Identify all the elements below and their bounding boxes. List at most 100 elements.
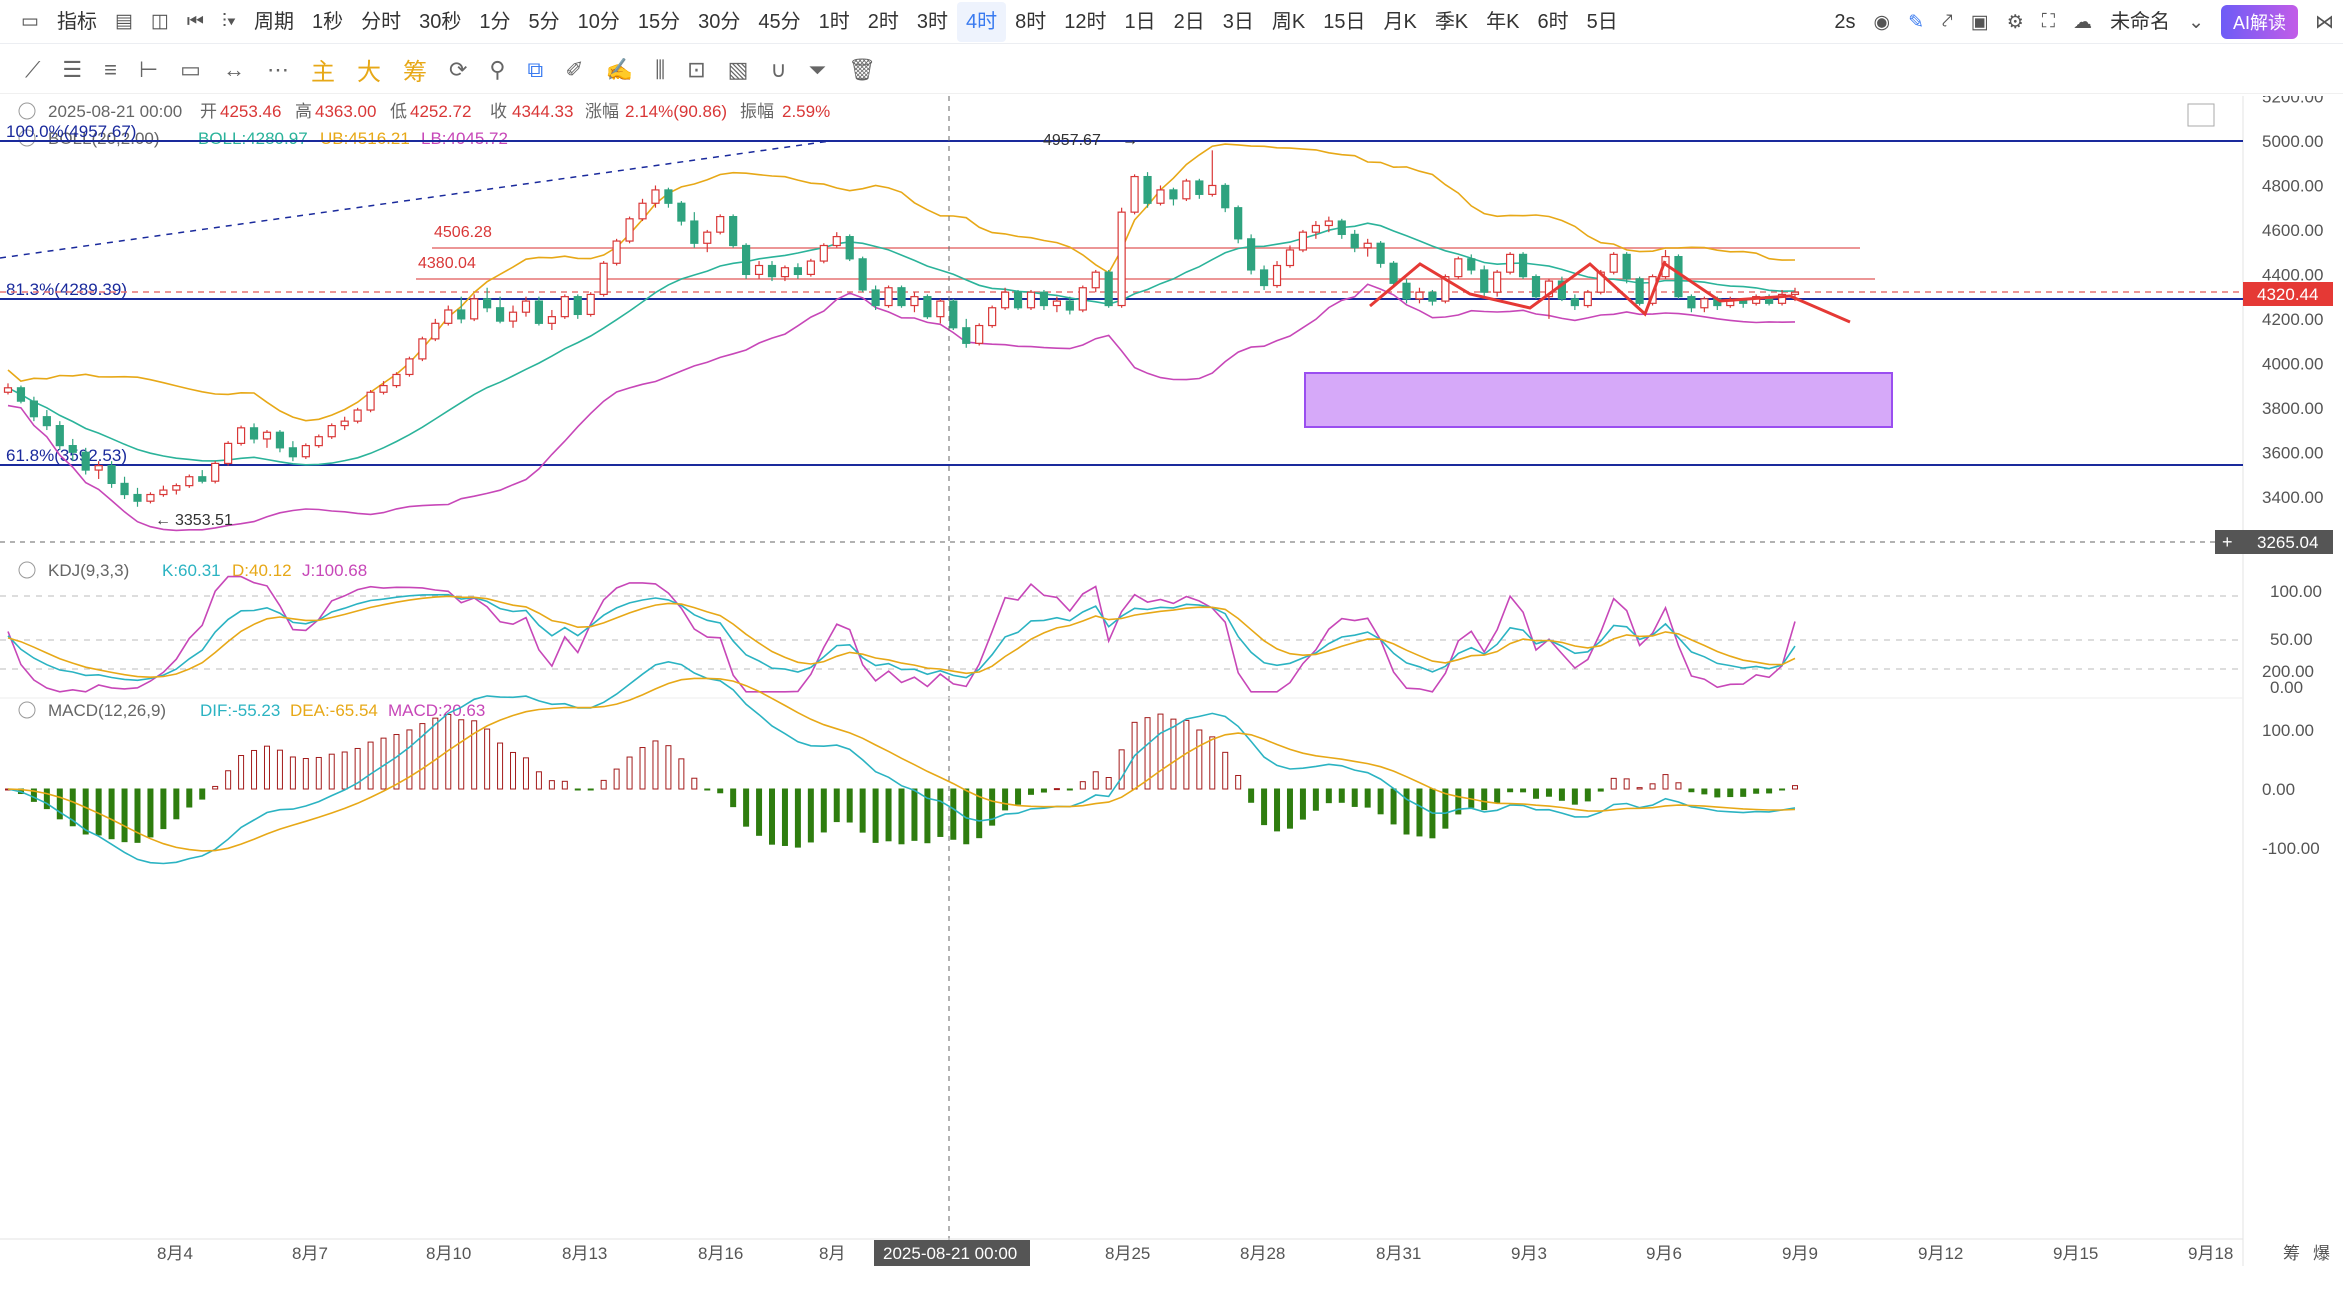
candle[interactable] xyxy=(1091,269,1100,293)
candle[interactable] xyxy=(379,381,388,395)
candle[interactable] xyxy=(547,309,556,330)
period-dropdown[interactable]: 周期 xyxy=(245,2,303,42)
candlesticks[interactable] xyxy=(3,150,1800,507)
candle[interactable] xyxy=(690,212,699,248)
candle[interactable] xyxy=(340,416,349,431)
candle[interactable] xyxy=(625,216,634,244)
candle[interactable] xyxy=(1506,252,1515,275)
period-3[interactable]: 分时 xyxy=(352,2,410,42)
candle[interactable] xyxy=(1622,252,1631,284)
period-21[interactable]: 15日 xyxy=(1314,2,1374,42)
candle[interactable] xyxy=(431,318,440,342)
candle[interactable] xyxy=(301,443,310,459)
candle[interactable] xyxy=(586,292,595,317)
period-25[interactable]: 6时 xyxy=(1529,2,1578,42)
candle[interactable] xyxy=(754,261,764,279)
delete-icon[interactable]: 🗑 xyxy=(837,57,887,83)
candle[interactable] xyxy=(418,336,427,362)
candle[interactable] xyxy=(55,421,64,451)
candle[interactable] xyxy=(1674,254,1683,299)
horizontal-line-icon[interactable]: ⊢ xyxy=(128,57,169,83)
period-12[interactable]: 2时 xyxy=(859,2,908,42)
candle[interactable] xyxy=(3,383,13,395)
candle[interactable] xyxy=(457,296,466,324)
collapse-kdj-icon[interactable] xyxy=(18,561,36,579)
candle[interactable] xyxy=(198,470,207,484)
period-20[interactable]: 周K xyxy=(1263,2,1314,42)
candle[interactable] xyxy=(1259,265,1269,290)
period-26[interactable]: 5日 xyxy=(1578,2,1627,42)
bars-icon[interactable]: ⫼ xyxy=(644,57,676,83)
draw-pen-icon[interactable]: ✎ xyxy=(1899,11,1933,34)
candle[interactable] xyxy=(107,461,116,488)
settings-icon[interactable]: ⚙ xyxy=(1998,11,2033,34)
chevron-down-icon[interactable]: ⌄ xyxy=(2179,11,2213,34)
measure-tool-icon[interactable]: ↔ xyxy=(212,57,256,83)
candle[interactable] xyxy=(806,258,815,277)
collapse-icon[interactable] xyxy=(18,102,36,120)
candle[interactable] xyxy=(716,214,725,235)
overlay-icon[interactable]: ⧉ xyxy=(517,57,555,83)
candle[interactable] xyxy=(1376,241,1385,268)
candle[interactable] xyxy=(1013,289,1023,310)
note-icon[interactable]: ▧ xyxy=(717,57,760,83)
period-18[interactable]: 2日 xyxy=(1165,2,1214,42)
candle[interactable] xyxy=(897,285,906,308)
candle[interactable] xyxy=(405,356,414,377)
candle[interactable] xyxy=(1169,187,1178,206)
candle[interactable] xyxy=(1531,274,1541,299)
cloud-icon[interactable]: ☁ xyxy=(2064,11,2101,34)
candle[interactable] xyxy=(146,492,155,504)
period-24[interactable]: 年K xyxy=(1477,2,1528,42)
candle[interactable] xyxy=(767,261,777,282)
candle[interactable] xyxy=(366,390,375,413)
indicator-button[interactable]: 指标 xyxy=(48,2,106,42)
share-icon[interactable]: ⋈ xyxy=(2306,11,2343,34)
filter-icon[interactable]: ⏷ xyxy=(798,57,838,83)
candle[interactable] xyxy=(1557,276,1567,302)
candle[interactable] xyxy=(936,298,945,324)
candle[interactable] xyxy=(949,298,958,330)
collapse-macd-icon[interactable] xyxy=(18,701,36,719)
candle[interactable] xyxy=(884,285,893,308)
candle[interactable] xyxy=(1143,172,1152,208)
period-9[interactable]: 30分 xyxy=(689,2,749,42)
candle[interactable] xyxy=(1039,289,1049,310)
candle[interactable] xyxy=(729,214,738,248)
candle[interactable] xyxy=(1000,287,1010,310)
candle[interactable] xyxy=(327,423,336,439)
candle[interactable] xyxy=(120,476,129,499)
candle[interactable] xyxy=(988,305,997,328)
candle[interactable] xyxy=(392,372,401,388)
period-4[interactable]: 30秒 xyxy=(410,2,470,42)
candle[interactable] xyxy=(1208,150,1217,197)
candle[interactable] xyxy=(1182,178,1191,202)
candle[interactable] xyxy=(1234,205,1243,244)
candle[interactable] xyxy=(249,423,259,444)
period-22[interactable]: 月K xyxy=(1374,2,1425,42)
candle[interactable] xyxy=(1609,252,1618,275)
candle[interactable] xyxy=(81,447,90,475)
candle[interactable] xyxy=(793,263,803,279)
camera-icon[interactable]: ◉ xyxy=(1865,11,1900,34)
candle[interactable] xyxy=(858,256,867,293)
candle[interactable] xyxy=(470,294,479,322)
candle[interactable] xyxy=(1311,221,1320,239)
candle[interactable] xyxy=(573,294,582,319)
workspace-name[interactable]: 未命名 xyxy=(2101,2,2179,42)
candle[interactable] xyxy=(353,407,362,424)
candle[interactable] xyxy=(1104,269,1113,308)
chart-area[interactable]: 2025-08-21 00:00 开 4253.46 高 4363.00 低 4… xyxy=(0,96,2343,1296)
candle[interactable] xyxy=(703,229,712,253)
chip-toggle[interactable]: 筹 xyxy=(392,52,438,87)
period-6[interactable]: 5分 xyxy=(520,2,569,42)
candle[interactable] xyxy=(1480,265,1489,297)
main-chart-toggle[interactable]: 主 xyxy=(300,52,346,87)
refresh-speed[interactable]: 2s xyxy=(1825,2,1864,42)
period-23[interactable]: 季K xyxy=(1426,2,1477,42)
candle[interactable] xyxy=(42,410,51,431)
candle[interactable] xyxy=(845,234,854,262)
candle[interactable] xyxy=(664,187,673,208)
ai-interpret-button[interactable]: AI解读 xyxy=(2220,5,2298,39)
calendar-icon[interactable]: ▤ xyxy=(106,10,142,33)
